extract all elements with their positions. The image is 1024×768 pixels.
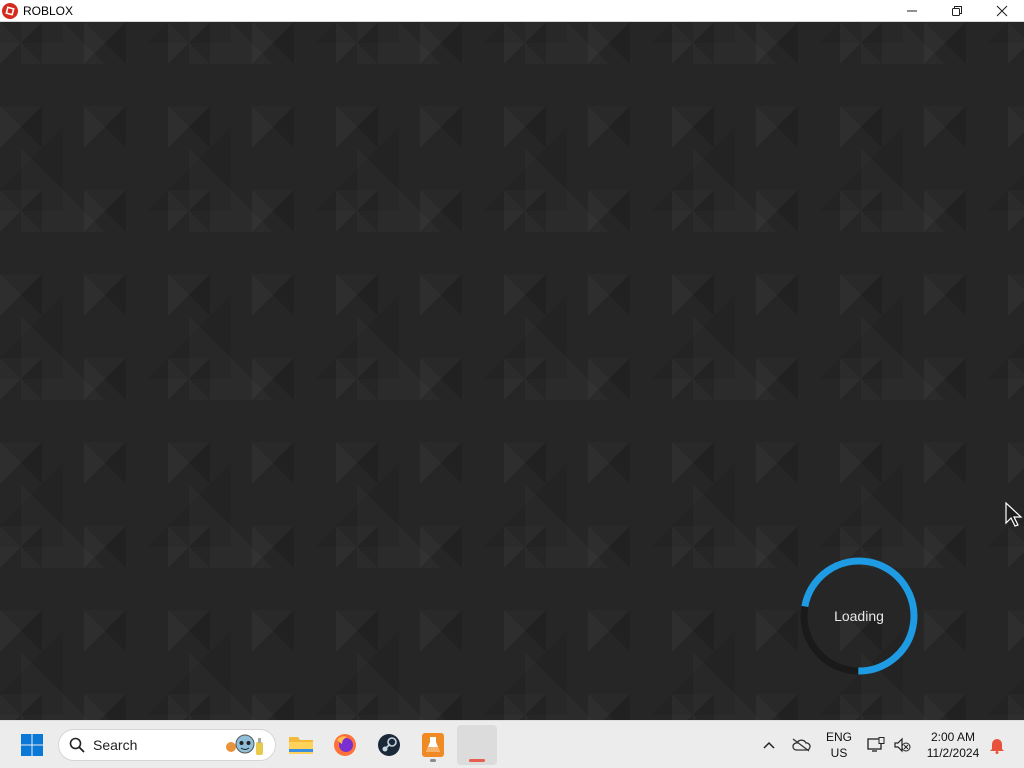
language-indicator[interactable]: ENG US xyxy=(822,725,856,765)
taskbar-search-box[interactable]: Search xyxy=(58,729,276,761)
restore-icon xyxy=(951,6,962,16)
clock-time: 2:00 AM xyxy=(930,730,976,744)
clock[interactable]: 2:00 AM 11/2/2024 xyxy=(920,725,986,765)
cloud-offline-icon xyxy=(792,738,811,752)
roblox-logo-icon xyxy=(2,2,18,19)
taskbar-firefox[interactable] xyxy=(325,725,365,765)
network-status[interactable] xyxy=(864,725,888,765)
running-indicator xyxy=(430,759,436,762)
search-label: Search xyxy=(93,737,138,753)
close-button[interactable] xyxy=(979,0,1024,22)
start-button[interactable] xyxy=(12,725,52,765)
taskbar: Search ENG US 2:00 AM 11/2/2024 xyxy=(0,720,1024,768)
window-title: ROBLOX xyxy=(23,3,74,18)
language-code: ENG xyxy=(825,730,852,744)
taskbar-lab-app[interactable] xyxy=(413,725,453,765)
network-monitor-icon xyxy=(867,737,885,752)
notification-center[interactable] xyxy=(986,725,1008,765)
file-explorer-icon xyxy=(289,737,313,754)
keyboard-layout: US xyxy=(830,746,848,760)
bell-icon xyxy=(990,739,1004,754)
windows-start-icon xyxy=(21,734,43,756)
firefox-icon xyxy=(334,734,356,756)
loading-spinner: Loading xyxy=(798,555,920,677)
lab-flask-icon xyxy=(422,733,444,757)
taskbar-file-explorer[interactable] xyxy=(281,725,321,765)
minimize-icon xyxy=(906,10,917,12)
loading-label: Loading xyxy=(834,608,884,624)
restore-button[interactable] xyxy=(934,0,979,22)
volume-status[interactable] xyxy=(890,725,914,765)
speaker-muted-icon xyxy=(894,737,911,753)
close-icon xyxy=(996,5,1007,17)
roblox-app-icon xyxy=(467,735,487,755)
taskbar-roblox[interactable] xyxy=(457,725,497,765)
chevron-up-icon xyxy=(763,741,775,749)
mouse-cursor-icon xyxy=(1005,502,1023,527)
steam-icon xyxy=(378,734,400,756)
title-bar: ROBLOX xyxy=(0,0,1024,22)
search-highlight-icon xyxy=(226,734,263,755)
active-indicator xyxy=(469,759,485,762)
clock-date: 11/2/2024 xyxy=(926,746,980,760)
minimize-button[interactable] xyxy=(889,0,934,22)
show-hidden-icons-button[interactable] xyxy=(757,725,781,765)
onedrive-status[interactable] xyxy=(788,725,814,765)
taskbar-steam[interactable] xyxy=(369,725,409,765)
search-icon xyxy=(69,737,85,753)
game-viewport[interactable]: Loading xyxy=(0,22,1024,720)
